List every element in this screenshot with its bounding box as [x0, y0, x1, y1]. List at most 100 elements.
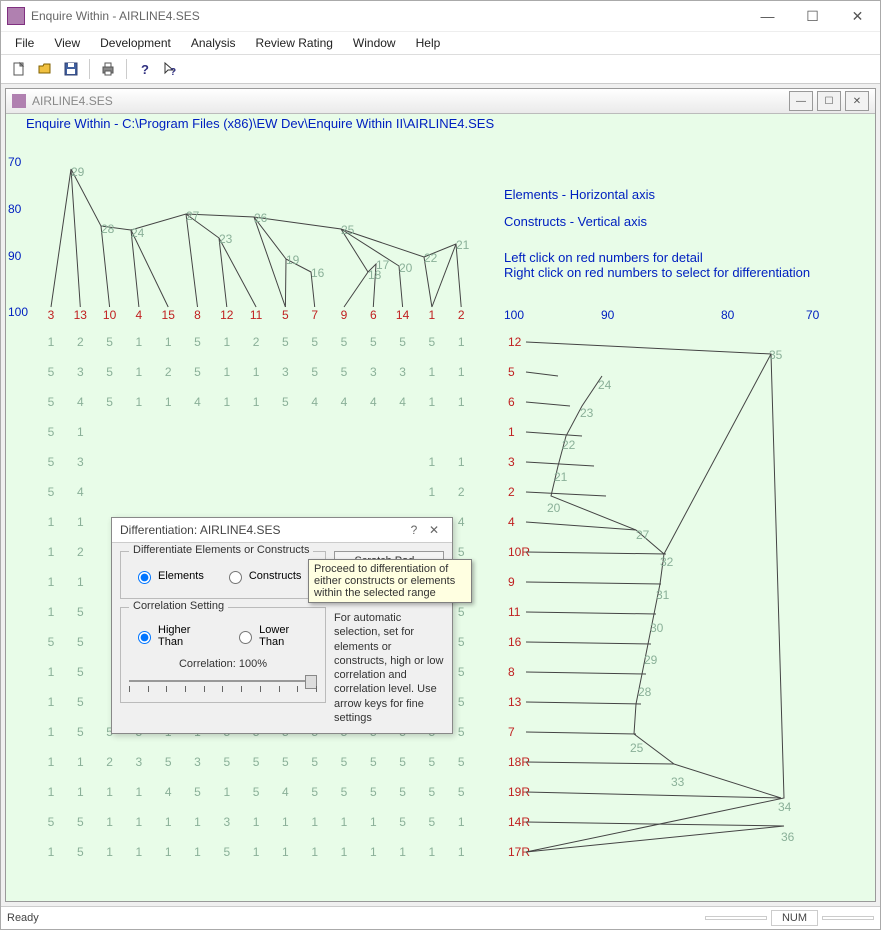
print-icon[interactable]	[96, 57, 120, 81]
construct-number[interactable]: 16	[508, 635, 522, 649]
svg-text:5: 5	[48, 485, 55, 499]
svg-text:5: 5	[399, 755, 406, 769]
construct-number[interactable]: 4	[508, 515, 515, 529]
element-number[interactable]: 4	[136, 308, 143, 322]
svg-text:1: 1	[165, 335, 172, 349]
svg-text:29: 29	[71, 165, 85, 179]
svg-text:27: 27	[186, 209, 200, 223]
element-number[interactable]: 14	[396, 308, 410, 322]
help-icon[interactable]: ?	[133, 57, 157, 81]
element-number[interactable]: 12	[220, 308, 234, 322]
close-button[interactable]: ✕	[835, 1, 880, 31]
svg-text:18: 18	[368, 268, 382, 282]
dialog-title: Differentiation: AIRLINE4.SES	[120, 523, 281, 537]
svg-text:5: 5	[194, 785, 201, 799]
menu-development[interactable]: Development	[90, 34, 181, 52]
doc-close-button[interactable]: ✕	[845, 91, 869, 111]
svg-text:5: 5	[429, 815, 436, 829]
maximize-button[interactable]: ☐	[790, 1, 835, 31]
svg-text:1: 1	[253, 815, 260, 829]
svg-text:5: 5	[77, 815, 84, 829]
svg-text:5: 5	[106, 365, 113, 379]
minimize-button[interactable]: —	[745, 1, 790, 31]
svg-text:1: 1	[399, 845, 406, 859]
radio-elements[interactable]: Elements	[133, 568, 204, 584]
construct-number[interactable]: 11	[508, 605, 521, 619]
document-title: AIRLINE4.SES	[32, 94, 789, 108]
svg-text:5: 5	[48, 365, 55, 379]
svg-text:21: 21	[456, 238, 470, 252]
element-number[interactable]: 13	[74, 308, 88, 322]
menu-review-rating[interactable]: Review Rating	[246, 34, 343, 52]
element-number[interactable]: 6	[370, 308, 377, 322]
svg-text:24: 24	[598, 378, 612, 392]
menu-help[interactable]: Help	[406, 34, 451, 52]
correlation-slider[interactable]	[129, 674, 317, 694]
element-number[interactable]: 11	[250, 308, 263, 322]
svg-text:5: 5	[194, 335, 201, 349]
svg-text:28: 28	[101, 222, 115, 236]
correlation-group: Correlation Setting Higher Than Lower Th…	[120, 607, 326, 703]
svg-text:36: 36	[781, 830, 795, 844]
whats-this-icon[interactable]: ?	[159, 57, 183, 81]
construct-number[interactable]: 2	[508, 485, 515, 499]
element-number[interactable]: 9	[341, 308, 348, 322]
svg-text:5: 5	[370, 755, 377, 769]
svg-text:1: 1	[458, 365, 465, 379]
element-number[interactable]: 15	[162, 308, 176, 322]
svg-text:5: 5	[282, 335, 289, 349]
radio-higher[interactable]: Higher Than	[133, 624, 214, 648]
svg-text:5: 5	[106, 335, 113, 349]
svg-text:Elements - Horizontal axis: Elements - Horizontal axis	[504, 187, 655, 202]
menu-file[interactable]: File	[5, 34, 44, 52]
svg-text:1: 1	[282, 815, 289, 829]
doc-minimize-button[interactable]: —	[789, 91, 813, 111]
doc-maximize-button[interactable]: ☐	[817, 91, 841, 111]
svg-text:29: 29	[644, 653, 658, 667]
svg-text:1: 1	[341, 845, 348, 859]
element-number[interactable]: 3	[48, 308, 55, 322]
open-icon[interactable]	[33, 57, 57, 81]
svg-text:5: 5	[223, 845, 230, 859]
svg-text:4: 4	[282, 785, 289, 799]
radio-constructs[interactable]: Constructs	[224, 568, 302, 584]
construct-number[interactable]: 1	[508, 425, 515, 439]
dialog-help-button[interactable]: ?	[404, 523, 424, 537]
svg-text:5: 5	[458, 695, 465, 709]
radio-lower[interactable]: Lower Than	[234, 624, 313, 648]
element-number[interactable]: 2	[458, 308, 465, 322]
save-icon[interactable]	[59, 57, 83, 81]
dialog-close-button[interactable]: ✕	[424, 523, 444, 537]
svg-text:1: 1	[458, 335, 465, 349]
dendrogram-svg: Enquire Within - C:\Program Files (x86)\…	[6, 114, 866, 901]
element-number[interactable]: 7	[311, 308, 318, 322]
svg-text:1: 1	[282, 845, 289, 859]
construct-number[interactable]: 8	[508, 665, 515, 679]
element-number[interactable]: 10	[103, 308, 117, 322]
svg-text:5: 5	[48, 635, 55, 649]
construct-number[interactable]: 9	[508, 575, 515, 589]
svg-text:3: 3	[136, 755, 143, 769]
svg-text:1: 1	[429, 845, 436, 859]
construct-number[interactable]: 5	[508, 365, 515, 379]
svg-text:30: 30	[650, 621, 664, 635]
svg-text:2: 2	[458, 485, 465, 499]
construct-number[interactable]: 6	[508, 395, 515, 409]
element-number[interactable]: 1	[429, 308, 436, 322]
app-title: Enquire Within - AIRLINE4.SES	[31, 9, 745, 23]
menu-analysis[interactable]: Analysis	[181, 34, 246, 52]
element-number[interactable]: 5	[282, 308, 289, 322]
svg-text:1: 1	[77, 785, 84, 799]
svg-text:1: 1	[429, 485, 436, 499]
menu-window[interactable]: Window	[343, 34, 406, 52]
svg-text:1: 1	[77, 515, 84, 529]
construct-number[interactable]: 3	[508, 455, 515, 469]
construct-number[interactable]: 7	[508, 725, 515, 739]
menu-view[interactable]: View	[44, 34, 90, 52]
new-icon[interactable]	[7, 57, 31, 81]
construct-number[interactable]: 13	[508, 695, 522, 709]
construct-number[interactable]: 12	[508, 335, 522, 349]
svg-text:3: 3	[223, 815, 230, 829]
element-number[interactable]: 8	[194, 308, 201, 322]
svg-text:5: 5	[77, 635, 84, 649]
